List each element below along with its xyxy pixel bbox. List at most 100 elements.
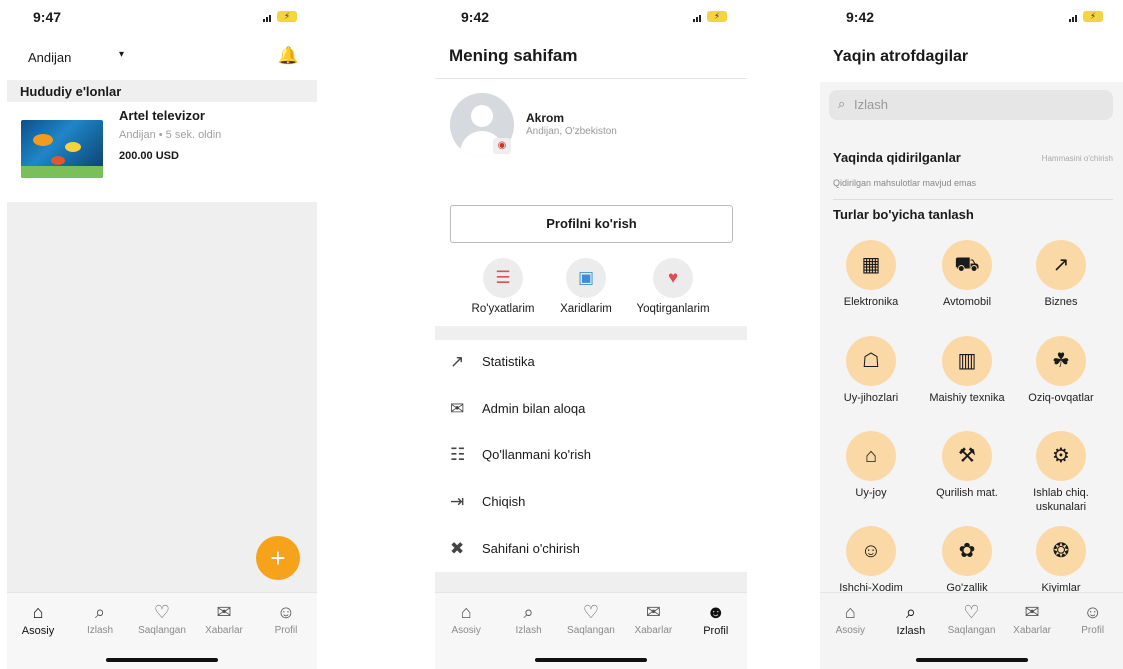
menu-item-statistics[interactable]: ↗ Statistika	[450, 350, 730, 374]
asosiy-icon: ⌂	[844, 602, 856, 622]
quick-action-label: Yoqtirganlarim	[636, 303, 710, 315]
tab-saqlangan[interactable]: ♡ Saqlangan	[561, 601, 621, 637]
tab-profil[interactable]: ☻ Profil	[686, 601, 746, 637]
menu-item-guide[interactable]: ☷ Qo'llanmani ko'rish	[450, 443, 730, 467]
chevron-down-icon[interactable]: ▾	[119, 49, 124, 60]
purchases-icon: ▣	[566, 258, 606, 298]
category-icon: ⛟	[942, 240, 992, 290]
menu-item-logout[interactable]: ⇥ Chiqish	[450, 490, 730, 514]
category-item[interactable]: ❂ Kiyimlar	[1013, 526, 1109, 595]
tab-saqlangan[interactable]: ♡ Saqlangan	[941, 601, 1001, 637]
tab-izlash[interactable]: ⌕ Izlash	[70, 601, 130, 637]
heart-icon: ♥	[653, 258, 693, 298]
category-label: Elektronika	[843, 296, 899, 308]
category-item[interactable]: ↗ Biznes	[1013, 240, 1109, 309]
listing-title: Artel televizor	[119, 108, 205, 123]
signal-icon	[1069, 15, 1077, 22]
logout-icon: ⇥	[450, 492, 465, 511]
tab-label: Xabarlar	[1013, 625, 1051, 636]
bottom-nav: ⌂ Asosiy ⌕ Izlash ♡ Saqlangan ✉ Xabarlar ☺ Profil	[820, 592, 1123, 669]
tab-xabarlar[interactable]: ✉ Xabarlar	[194, 601, 254, 637]
tab-label: Asosiy	[21, 625, 55, 637]
signal-icon	[693, 15, 701, 22]
page-title: Yaqin atrofdagilar	[833, 48, 969, 65]
tab-saqlangan[interactable]: ♡ Saqlangan	[132, 601, 192, 637]
category-item[interactable]: ▦ Elektronika	[823, 240, 919, 309]
section-header: Hududiy e'lonlar	[7, 80, 317, 102]
location-selector[interactable]: Andijan	[28, 50, 71, 65]
my-purchases-button[interactable]: ▣ Xaridlarim	[541, 258, 631, 315]
category-item[interactable]: ☖ Uy-jihozlari	[823, 336, 919, 405]
tab-xabarlar[interactable]: ✉ Xabarlar	[623, 601, 683, 637]
tab-izlash[interactable]: ⌕ Izlash	[881, 601, 941, 637]
profil-icon: ☻	[706, 602, 726, 622]
tab-label: Xabarlar	[205, 625, 243, 636]
tab-asosiy[interactable]: ⌂ Asosiy	[436, 601, 496, 637]
battery-icon: ⚡	[707, 11, 727, 22]
tab-profil[interactable]: ☺ Profil	[1063, 601, 1123, 637]
tab-profil[interactable]: ☺ Profil	[256, 601, 316, 637]
category-item[interactable]: ⌂ Uy-joy	[823, 431, 919, 500]
profil-icon: ☺	[1083, 602, 1102, 622]
saqlangan-icon: ♡	[582, 602, 600, 622]
category-item[interactable]: ⚙ Ishlab chiq. uskunalari	[1013, 431, 1109, 514]
category-item[interactable]: ☘ Oziq-ovqatlar	[1013, 336, 1109, 405]
status-bar: 9:47 ⚡	[7, 0, 317, 34]
signal-icon	[263, 15, 271, 22]
menu-item-contact-admin[interactable]: ✉ Admin bilan aloqa	[450, 397, 730, 421]
tab-label: Izlash	[515, 625, 542, 636]
tab-label: Izlash	[896, 625, 926, 637]
camera-icon[interactable]: ◉	[493, 138, 511, 154]
user-location: Andijan, O'zbekiston	[526, 126, 617, 137]
menu-item-label: Statistika	[482, 354, 535, 369]
my-lists-button[interactable]: ☰ Ro'yxatlarim	[458, 258, 548, 315]
asosiy-icon: ⌂	[460, 602, 472, 622]
category-label: Uy-joy	[855, 487, 887, 499]
tab-label: Xabarlar	[634, 625, 673, 636]
user-name: Akrom	[526, 111, 565, 125]
category-label: Maishiy texnika	[929, 392, 1005, 404]
view-profile-button[interactable]: Profilni ko'rish	[450, 205, 733, 243]
menu-item-delete-account[interactable]: ✖ Sahifani o'chirish	[450, 537, 730, 561]
category-item[interactable]: ⛟ Avtomobil	[919, 240, 1015, 309]
home-screen: 9:47 ⚡ Andijan ▾ 🔔 Hududiy e'lonlar Arte…	[7, 0, 317, 669]
category-label: Avtomobil	[942, 296, 992, 308]
xabarlar-icon: ✉	[216, 602, 232, 622]
izlash-icon: ⌕	[94, 602, 106, 622]
tab-label: Profil	[274, 625, 298, 636]
chat-icon: ✉	[450, 399, 465, 418]
menu-item-label: Qo'llanmani ko'rish	[482, 447, 592, 462]
clear-all-link[interactable]: Hammasini o'chirish	[1042, 154, 1113, 163]
category-item[interactable]: ☺ Ishchi-Xodim	[823, 526, 919, 595]
tab-label: Profil	[1081, 625, 1105, 636]
search-input[interactable]: ⌕ Izlash	[829, 90, 1113, 120]
listing-item[interactable]: Artel televizor Andijan • 5 sek. oldin 2…	[7, 104, 317, 200]
category-item[interactable]: ▥ Maishiy texnika	[919, 336, 1015, 405]
tab-izlash[interactable]: ⌕ Izlash	[499, 601, 559, 637]
search-placeholder: Izlash	[854, 97, 888, 112]
category-icon: ⌂	[846, 431, 896, 481]
category-label: Biznes	[1044, 296, 1078, 308]
tab-xabarlar[interactable]: ✉ Xabarlar	[1002, 601, 1062, 637]
category-label: Ishlab chiq. uskunalari	[1033, 487, 1089, 513]
category-item[interactable]: ✿ Go'zallik	[919, 526, 1015, 595]
asosiy-icon: ⌂	[32, 602, 44, 622]
category-label: Oziq-ovqatlar	[1028, 392, 1094, 404]
home-indicator	[106, 658, 218, 662]
bell-icon[interactable]: 🔔	[278, 46, 299, 66]
profile-screen: 9:42 ⚡ Mening sahifam ◉ Akrom Andijan, O…	[435, 0, 747, 669]
category-icon: ☘	[1036, 336, 1086, 386]
xabarlar-icon: ✉	[1024, 602, 1040, 622]
tab-asosiy[interactable]: ⌂ Asosiy	[820, 601, 880, 637]
menu-item-label: Chiqish	[482, 494, 526, 509]
tab-asosiy[interactable]: ⌂ Asosiy	[8, 601, 68, 637]
add-listing-button[interactable]: +	[256, 536, 300, 580]
izlash-icon: ⌕	[523, 602, 534, 622]
home-indicator	[915, 658, 1028, 662]
section-separator	[435, 326, 747, 340]
section-separator	[435, 572, 747, 594]
category-item[interactable]: ⚒ Qurilish mat.	[919, 431, 1015, 500]
tab-label: Profil	[703, 625, 729, 637]
menu-item-label: Sahifani o'chirish	[482, 541, 580, 556]
favorites-button[interactable]: ♥ Yoqtirganlarim	[628, 258, 718, 315]
